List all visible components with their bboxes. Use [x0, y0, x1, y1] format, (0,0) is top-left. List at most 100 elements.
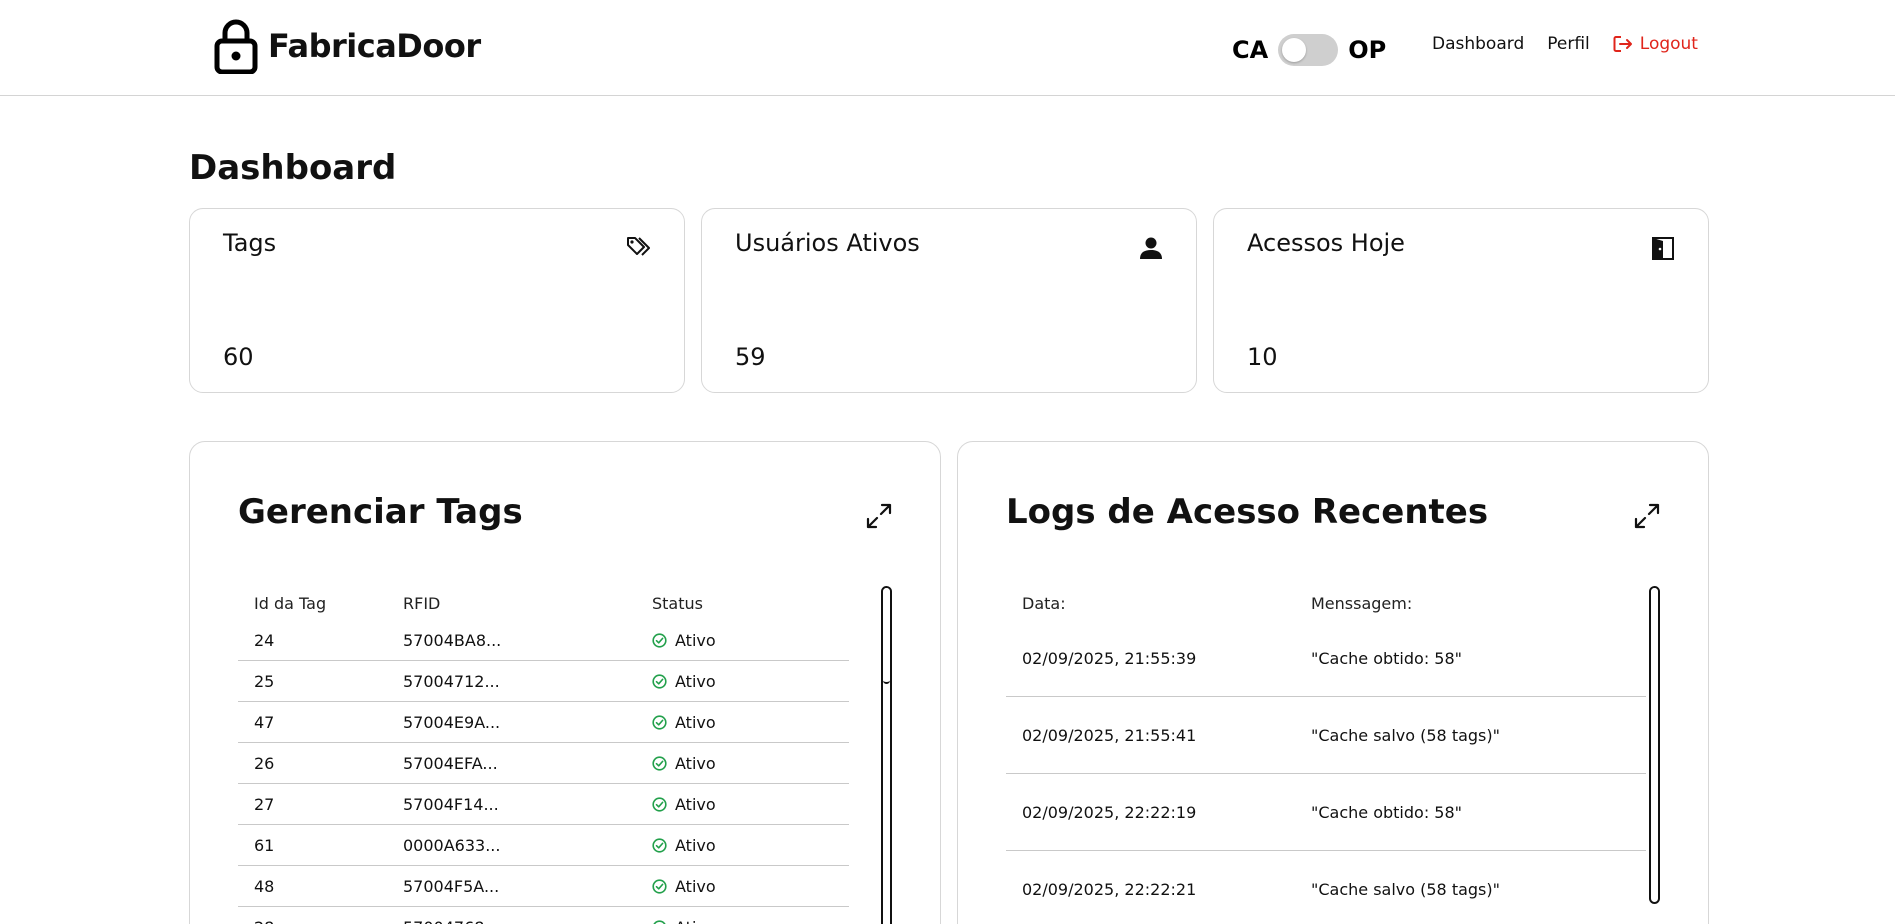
main-nav: Dashboard Perfil Logout	[1432, 34, 1698, 54]
tag-rfid: 0000A633...	[403, 835, 501, 855]
check-circle-icon	[652, 796, 667, 812]
check-circle-icon	[652, 878, 667, 894]
stat-card-access-today: Acessos Hoje 10	[1213, 208, 1709, 393]
log-rows: 02/09/2025, 21:55:39 "Cache obtido: 58" 02…	[1006, 620, 1646, 924]
stat-card-tags: Tags 60	[189, 208, 685, 393]
status-label: Ativo	[675, 753, 716, 773]
stat-value: 59	[735, 343, 766, 371]
nav-profile-link[interactable]: Perfil	[1547, 34, 1590, 54]
column-header: RFID	[403, 593, 441, 613]
status-label: Ativo	[675, 918, 716, 924]
status-label: Ativo	[675, 876, 716, 896]
tag-status: Ativo	[652, 836, 716, 855]
log-message: "Cache obtido: 58"	[1311, 802, 1463, 822]
column-header: Data:	[1022, 593, 1066, 613]
tag-id: 61	[254, 835, 275, 855]
table-row[interactable]: 02/09/2025, 21:55:39 "Cache obtido: 58"	[1006, 620, 1646, 697]
stat-value: 10	[1247, 343, 1278, 371]
log-date: 02/09/2025, 21:55:41	[1022, 725, 1197, 745]
tag-id: 24	[254, 630, 275, 650]
logs-scrollbar[interactable]	[1649, 586, 1660, 904]
stat-title: Usuários Ativos	[735, 229, 920, 257]
column-header: Menssagem:	[1311, 593, 1413, 613]
tag-id: 28	[238, 918, 403, 924]
tags-panel: Gerenciar Tags Id da Tag RFID Status 24 5…	[189, 441, 941, 924]
table-header: Data: Menssagem:	[1006, 586, 1646, 620]
table-header: Id da Tag RFID Status	[238, 586, 849, 620]
tag-status: Ativo	[652, 754, 716, 773]
top-header: FabricaDoor CA OP Dashboard Perfil Logou…	[0, 0, 1895, 96]
table-row[interactable]: 24 57004BA8... Ativo	[238, 620, 849, 661]
status-label: Ativo	[675, 712, 716, 732]
log-date: 02/09/2025, 22:22:21	[1022, 879, 1197, 899]
mode-switch[interactable]	[1278, 34, 1339, 66]
table-row[interactable]: 02/09/2025, 22:22:19 "Cache obtido: 58"	[1006, 774, 1646, 851]
user-icon	[1140, 237, 1162, 259]
tag-id: 26	[254, 753, 275, 773]
logs-table: Data: Menssagem: 02/09/2025, 21:55:39 "Ca…	[1006, 586, 1646, 924]
brand-name: FabricaDoor	[268, 27, 481, 65]
table-row[interactable]: 48 57004F5A... Ativo	[238, 866, 849, 907]
tag-status: Ativo	[652, 713, 716, 732]
table-row[interactable]: 02/09/2025, 21:55:41 "Cache salvo (58 tag…	[1006, 697, 1646, 774]
tag-id: 25	[254, 671, 275, 691]
tag-rfid: 57004EFA...	[403, 753, 498, 773]
tag-rfid: 57004768...	[403, 918, 652, 924]
stat-title: Acessos Hoje	[1247, 229, 1405, 257]
tag-id: 27	[254, 794, 275, 814]
stat-card-active-users: Usuários Ativos 59	[701, 208, 1197, 393]
door-icon	[1652, 237, 1674, 260]
page-title: Dashboard	[189, 148, 397, 188]
stat-title: Tags	[223, 229, 277, 257]
mode-label-op: OP	[1348, 36, 1387, 64]
table-row[interactable]: 25 57004712... Ativo	[238, 661, 849, 702]
tags-scrollbar[interactable]	[881, 586, 892, 924]
tag-rfid: 57004F14...	[403, 794, 499, 814]
tag-id: 47	[254, 712, 275, 732]
tag-rows: 24 57004BA8... Ativo 25 57004712... Ativo 47 57…	[238, 620, 849, 924]
tag-status: Ativo	[652, 918, 716, 924]
logout-icon	[1613, 36, 1632, 52]
lock-icon	[214, 19, 258, 74]
table-row[interactable]: 47 57004E9A... Ativo	[238, 702, 849, 743]
scrollbar-thumb[interactable]	[1651, 588, 1658, 898]
status-label: Ativo	[675, 630, 716, 650]
expand-icon[interactable]	[1633, 502, 1661, 530]
status-label: Ativo	[675, 794, 716, 814]
tag-rfid: 57004BA8...	[403, 630, 502, 650]
check-circle-icon	[652, 673, 667, 689]
table-row[interactable]: 02/09/2025, 22:22:21 "Cache salvo (58 tag…	[1006, 851, 1646, 924]
status-label: Ativo	[675, 671, 716, 691]
logout-label: Logout	[1639, 34, 1698, 54]
mode-label-ca: CA	[1232, 36, 1269, 64]
tag-rfid: 57004E9A...	[403, 712, 501, 732]
column-header: Status	[652, 593, 703, 613]
table-row[interactable]: 61 0000A633... Ativo	[238, 825, 849, 866]
scrollbar-thumb[interactable]	[883, 588, 890, 684]
table-row[interactable]: 2857004768... Ativo	[238, 907, 849, 924]
log-date: 02/09/2025, 22:22:19	[1022, 802, 1197, 822]
tag-rfid: 57004F5A...	[403, 876, 500, 896]
tags-table: Id da Tag RFID Status 24 57004BA8... Ativo…	[238, 586, 849, 924]
nav-logout-link[interactable]: Logout	[1613, 34, 1698, 54]
stat-value: 60	[223, 343, 254, 371]
expand-icon[interactable]	[865, 502, 893, 530]
check-circle-icon	[652, 714, 667, 730]
table-row[interactable]: 26 57004EFA... Ativo	[238, 743, 849, 784]
log-message: "Cache salvo (58 tags)"	[1311, 879, 1500, 899]
check-circle-icon	[653, 919, 666, 924]
tag-status: Ativo	[652, 672, 716, 691]
brand[interactable]: FabricaDoor	[214, 18, 481, 74]
check-circle-icon	[652, 755, 667, 771]
table-row[interactable]: 27 57004F14... Ativo	[238, 784, 849, 825]
tags-icon	[627, 237, 650, 256]
tag-status: Ativo	[652, 877, 716, 896]
panel-title: Gerenciar Tags	[238, 492, 523, 532]
nav-dashboard-link[interactable]: Dashboard	[1432, 34, 1524, 54]
tag-rfid: 57004712...	[403, 671, 500, 691]
log-message: "Cache obtido: 58"	[1311, 648, 1463, 668]
check-circle-icon	[652, 632, 667, 648]
log-date: 02/09/2025, 21:55:39	[1022, 648, 1197, 668]
tag-status: Ativo	[652, 795, 716, 814]
switch-knob	[1282, 38, 1307, 62]
